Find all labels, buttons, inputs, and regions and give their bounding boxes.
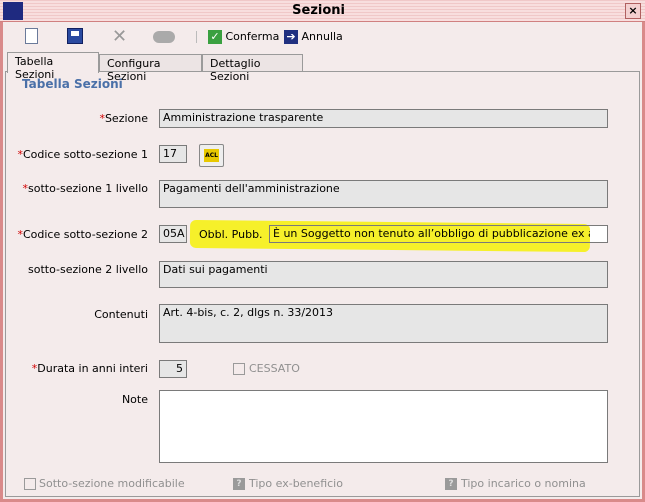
obbl-pubb-field[interactable]: È un Soggetto non tenuto all’obbligo di … xyxy=(269,225,608,243)
confirm-button[interactable]: ✓ Conferma xyxy=(208,27,279,47)
delete-icon[interactable]: ✕ xyxy=(112,27,127,47)
field-end xyxy=(590,226,607,242)
check-icon: ✓ xyxy=(208,30,222,44)
ex-beneficio-label: Tipo ex-beneficio xyxy=(249,477,343,490)
lock-acl-icon: ACL xyxy=(204,149,219,162)
durata-field[interactable]: 5 xyxy=(159,360,187,378)
contenuti-field[interactable]: Art. 4-bis, c. 2, dlgs n. 33/2013 xyxy=(159,304,608,343)
codice1-field[interactable]: 17 xyxy=(159,145,187,163)
modificabile-label: Sotto-sezione modificabile xyxy=(39,477,185,490)
obbl-pubb-label: Obbl. Pubb. xyxy=(199,228,263,241)
modificabile-checkbox[interactable] xyxy=(24,478,36,490)
cessato-checkbox[interactable] xyxy=(233,363,245,375)
livello1-label: *sotto-sezione 1 livello xyxy=(22,182,148,195)
sezione-label: *Sezione xyxy=(99,112,148,125)
close-button[interactable]: × xyxy=(625,3,641,19)
cancel-label: Annulla xyxy=(301,30,343,43)
sezione-field[interactable]: Amministrazione trasparente xyxy=(159,109,608,128)
contenuti-label: Contenuti xyxy=(94,308,148,321)
note-textarea[interactable] xyxy=(159,390,608,463)
title-bar: Sezioni × xyxy=(0,0,645,22)
tab-tabella-sezioni[interactable]: Tabella Sezioni xyxy=(7,52,99,81)
cessato-label: CESSATO xyxy=(249,362,300,375)
livello2-field[interactable]: Dati sui pagamenti xyxy=(159,261,608,288)
note-label: Note xyxy=(121,393,148,406)
durata-label: *Durata in anni interi xyxy=(31,362,148,375)
codice2-field[interactable]: 05A xyxy=(159,225,187,243)
arrow-right-icon: ➔ xyxy=(284,30,298,44)
new-icon[interactable] xyxy=(25,28,38,44)
window-title: Sezioni xyxy=(292,3,345,18)
incarico-checkbox[interactable]: ? xyxy=(445,478,457,490)
app-logo-icon xyxy=(3,2,23,20)
ex-beneficio-checkbox[interactable]: ? xyxy=(233,478,245,490)
livello1-field[interactable]: Pagamenti dell'amministrazione xyxy=(159,180,608,208)
tab-configura-sezioni[interactable]: Configura Sezioni xyxy=(99,54,202,83)
confirm-label: Conferma xyxy=(225,30,280,43)
codice1-label: *Codice sotto-sezione 1 xyxy=(17,148,148,161)
tab-dettaglio-sezioni[interactable]: Dettaglio Sezioni xyxy=(202,54,303,83)
codice2-label: *Codice sotto-sezione 2 xyxy=(17,228,148,241)
acl-button[interactable]: ACL xyxy=(199,144,224,167)
toolbar-separator xyxy=(196,31,197,43)
save-icon[interactable] xyxy=(67,28,83,44)
livello2-label: sotto-sezione 2 livello xyxy=(27,263,148,276)
incarico-label: Tipo incarico o nomina xyxy=(461,477,586,490)
search-binoculars-icon[interactable] xyxy=(153,31,175,43)
cancel-button[interactable]: ➔ Annulla xyxy=(284,27,343,47)
